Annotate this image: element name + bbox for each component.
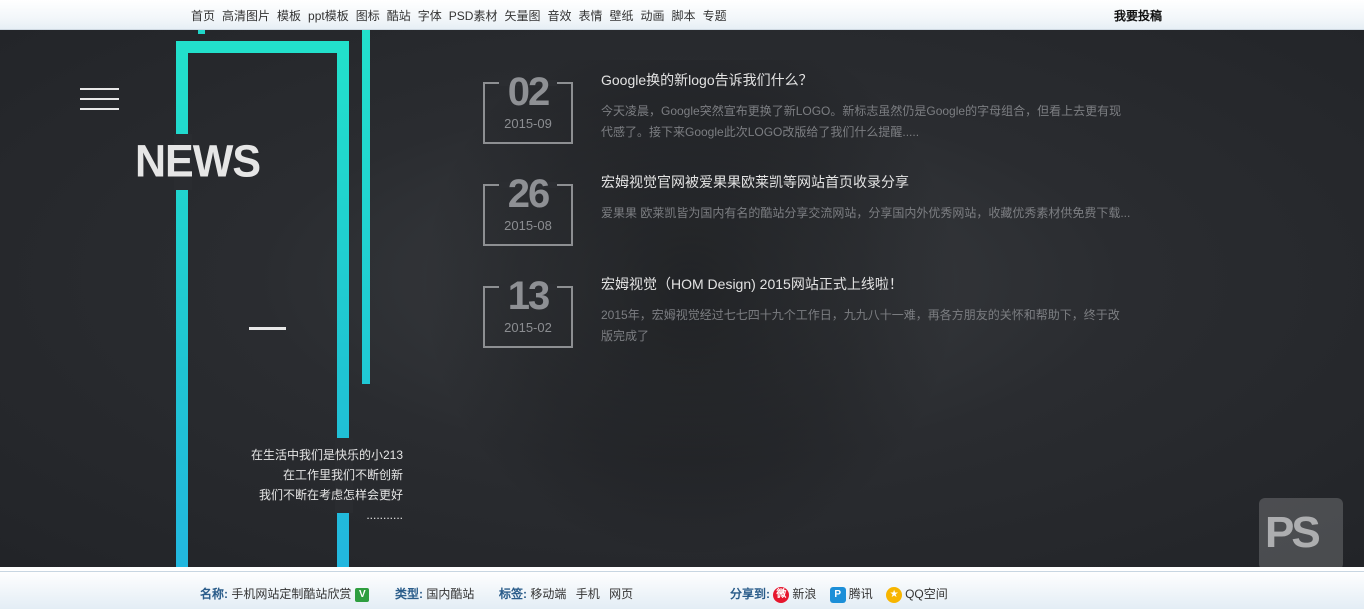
news-title[interactable]: 宏姆视觉官网被爱果果欧莱凯等网站首页收录分享 [601, 172, 909, 192]
nav-link[interactable]: 图标 [356, 7, 380, 24]
slogan-line: 我们不断在考虑怎样会更好 [258, 488, 403, 502]
watermark-logo: PS [1259, 498, 1343, 570]
qzone-icon: ★ [886, 586, 903, 603]
nav-link[interactable]: 音效 [547, 7, 571, 24]
nav-link[interactable]: 脚本 [672, 7, 696, 24]
top-nav-bar: 首页 高清图片 模板 ppt模板 图标 酷站 字体 PSD素材 矢量图 音效 表情 壁纸 动画 脚本 专题 … [0, 0, 1364, 30]
share-qzone[interactable]: ★ QQ空间 [886, 586, 948, 603]
slogan-line: ........... [366, 508, 403, 522]
tags-label: 标签: [499, 587, 527, 601]
news-summary: 爱果果 欧莱凯皆为国内有名的酷站分享交流网站，分享国内外优秀网站，收藏优秀素材供… [601, 206, 1131, 220]
nav-link[interactable]: 高清图片 [222, 7, 270, 24]
share-weibo[interactable]: 微新浪 [773, 586, 816, 603]
news-heading: NEWS [135, 136, 261, 188]
nav-link[interactable]: PSD素材 [449, 7, 498, 24]
weibo-icon: 微 [773, 586, 790, 603]
frame-top-stub [198, 30, 205, 34]
news-item[interactable]: 13 2015-02 宏姆视觉（HOM Design) 2015网站正式上线啦！… [483, 274, 1133, 369]
news-summary: 今天凌晨，Google突然宣布更换了新LOGO。新标志虽然仍是Google的字母… [601, 104, 1122, 139]
type-label: 类型: [395, 587, 423, 601]
news-item[interactable]: 26 2015-08 宏姆视觉官网被爱果果欧莱凯等网站首页收录分享 爱果果 欧莱… [483, 172, 1133, 267]
nav-link[interactable]: 矢量图 [504, 7, 540, 24]
date-day: 13 [507, 274, 551, 318]
site-name-info: 名称: 手机网站定制酷站欣赏 V [200, 585, 370, 602]
news-title[interactable]: 宏姆视觉（HOM Design) 2015网站正式上线啦！ [601, 274, 903, 294]
tag-link[interactable]: 移动端 [530, 587, 566, 601]
nav-link[interactable]: 酷站 [387, 7, 411, 24]
slogan-line: 在工作里我们不断创新 [282, 468, 403, 482]
name-label: 名称: [200, 587, 228, 601]
nav-link[interactable]: 表情 [579, 7, 603, 24]
slogan-line: 在生活中我们是快乐的小213 [250, 448, 403, 462]
date-box: 02 2015-09 [483, 70, 573, 144]
tag-link[interactable]: 手机 [576, 587, 600, 601]
tag-link[interactable]: 网页 [609, 587, 633, 601]
news-title[interactable]: Google换的新logo告诉我们什么？ [601, 70, 813, 90]
divider-dash [249, 327, 286, 330]
nav-link[interactable]: 专题 [703, 7, 727, 24]
nav-link[interactable]: ppt模板 [308, 7, 349, 24]
tags-info: 标签: 移动端 手机 网页 [499, 585, 633, 602]
menu-icon[interactable] [80, 88, 119, 112]
date-day: 26 [507, 172, 551, 216]
verified-icon: V [355, 587, 370, 602]
date-month: 2015-02 [504, 320, 552, 335]
news-item[interactable]: 02 2015-09 Google换的新logo告诉我们什么？ 今天凌晨，Goo… [483, 70, 1133, 165]
nav-link[interactable]: 模板 [277, 7, 301, 24]
share-tencent[interactable]: P 腾讯 [829, 586, 873, 603]
slogan: 在生活中我们是快乐的小213 在工作里我们不断创新 我们不断在考虑怎样会更好 .… [222, 445, 403, 525]
share-label: 分享到: [730, 587, 770, 601]
news-summary: 2015年，宏姆视觉经过七七四十九个工作日，九九八十一难，再各方朋友的关怀和帮助… [601, 308, 1120, 343]
type-info: 类型: 国内酷站 [395, 585, 474, 602]
date-box: 26 2015-08 [483, 172, 573, 246]
name-value: 手机网站定制酷站欣赏 [231, 587, 352, 601]
nav-link[interactable]: 字体 [418, 7, 442, 24]
hero-stage: NEWS 在生活中我们是快乐的小213 在工作里我们不断创新 我们不断在考虑怎样… [0, 30, 1364, 567]
nav-link[interactable]: 壁纸 [610, 7, 634, 24]
nav-link[interactable]: 首页 [191, 7, 215, 24]
date-box: 13 2015-02 [483, 274, 573, 348]
type-link[interactable]: 国内酷站 [426, 587, 474, 601]
date-day: 02 [507, 70, 551, 114]
top-nav: 首页 高清图片 模板 ppt模板 图标 酷站 字体 PSD素材 矢量图 音效 表情 壁纸 动画 脚本 专题 [191, 7, 727, 24]
submit-link[interactable]: 我要投稿 [1114, 7, 1162, 24]
nav-link[interactable]: 动画 [641, 7, 665, 24]
tencent-icon: P [829, 586, 846, 603]
date-month: 2015-09 [504, 116, 552, 131]
share-info: 分享到: 微新浪 P 腾讯 ★ QQ空间 [730, 585, 958, 603]
date-month: 2015-08 [504, 218, 552, 233]
accent-vertical-bar [362, 30, 370, 384]
info-bar: 名称: 手机网站定制酷站欣赏 V 类型: 国内酷站 标签: 移动端 手机 网页 分… [0, 567, 1364, 609]
